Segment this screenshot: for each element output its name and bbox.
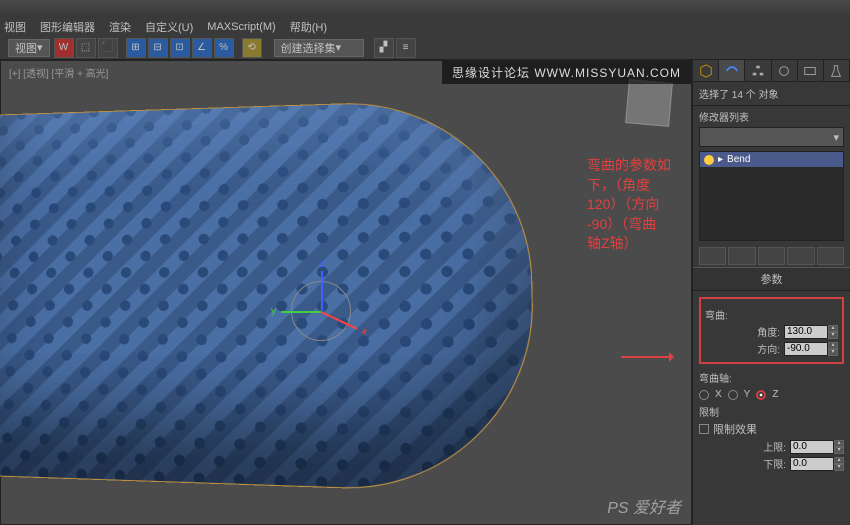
axis-y-icon[interactable]: [281, 311, 321, 313]
modifier-bend[interactable]: ▸ Bend: [700, 152, 843, 167]
make-unique-button[interactable]: [758, 247, 785, 265]
axis-y-radio[interactable]: [728, 390, 738, 400]
menu-help[interactable]: 帮助(H): [290, 19, 327, 35]
limit-section-label: 限制: [699, 404, 844, 419]
menu-maxscript[interactable]: MAXScript(M): [207, 21, 275, 33]
watermark-top: 思缘设计论坛 WWW.MISSYUAN.COM: [442, 61, 691, 84]
angle-spin-down[interactable]: ▾: [828, 332, 838, 339]
modifier-stack[interactable]: ▸ Bend: [699, 151, 844, 241]
title-bar: [0, 0, 850, 18]
bulb-icon[interactable]: [704, 155, 714, 165]
direction-spin-down[interactable]: ▾: [828, 349, 838, 356]
menu-customize[interactable]: 自定义(U): [145, 19, 193, 35]
tab-motion[interactable]: [772, 60, 798, 81]
direction-label: 方向:: [705, 341, 780, 356]
lower-limit-spinner[interactable]: ▴▾: [790, 457, 844, 471]
show-end-result-button[interactable]: [728, 247, 755, 265]
modifier-list-label: 修改器列表: [693, 106, 850, 127]
angle-spinner[interactable]: ▴▾: [784, 325, 838, 339]
direction-spinner[interactable]: ▴▾: [784, 342, 838, 356]
angle-label: 角度:: [705, 324, 780, 339]
lower-limit-label: 下限:: [699, 456, 786, 471]
transform-gizmo[interactable]: [281, 271, 361, 351]
command-panel: 选择了 14 个 对象 修改器列表 ▾ ▸ Bend 参数 弯曲: 角度:: [692, 60, 850, 525]
viewcube[interactable]: [625, 79, 673, 127]
watermark-bottom: PS 爱好者: [607, 494, 681, 518]
modifier-stack-buttons: [699, 247, 844, 265]
toolbar-snap-5[interactable]: %: [214, 38, 234, 58]
direction-input[interactable]: [784, 342, 828, 356]
configure-sets-button[interactable]: [817, 247, 844, 265]
toolbar-mirror[interactable]: ▞: [374, 38, 394, 58]
upper-limit-spinner[interactable]: ▴▾: [790, 440, 844, 454]
tab-hierarchy[interactable]: [745, 60, 771, 81]
tab-utilities[interactable]: [824, 60, 850, 81]
menu-view[interactable]: 视图: [4, 19, 26, 35]
axis-section-label: 弯曲轴:: [699, 370, 844, 385]
rollout-parameters-title[interactable]: 参数: [693, 267, 850, 291]
command-tabs: [693, 60, 850, 82]
tab-create[interactable]: [693, 60, 719, 81]
direction-spin-up[interactable]: ▴: [828, 342, 838, 349]
toolbar-snap-4[interactable]: ∠: [192, 38, 212, 58]
angle-spin-up[interactable]: ▴: [828, 325, 838, 332]
axis-z-icon[interactable]: [321, 271, 323, 311]
main-toolbar: 视图 ▾ W ⬚ ⬛ ⊞ ⊟ ⊡ ∠ % ⟲ 创建选择集 ▾ ▞ ≡: [0, 36, 850, 60]
menu-render[interactable]: 渲染: [109, 19, 131, 35]
toolbar-snap-1[interactable]: ⊞: [126, 38, 146, 58]
upper-limit-input[interactable]: [790, 440, 834, 454]
bend-section-label: 弯曲:: [705, 307, 838, 322]
annotation-arrow-icon: [621, 356, 671, 358]
toolbar-snap-2[interactable]: ⊟: [148, 38, 168, 58]
annotation-text: 弯曲的参数如 下，（角度 120）（方向 -90）（弯曲 轴Z轴）: [587, 156, 671, 254]
mesh-object[interactable]: [0, 97, 537, 495]
toolbar-btn-bounce[interactable]: ⟲: [242, 38, 262, 58]
remove-modifier-button[interactable]: [787, 247, 814, 265]
menu-graph-editor[interactable]: 图形编辑器: [40, 19, 95, 35]
toolbar-btn-2[interactable]: ⬚: [76, 38, 96, 58]
toolbar-btn-1[interactable]: W: [54, 38, 74, 58]
lower-limit-input[interactable]: [790, 457, 834, 471]
tab-modify[interactable]: [719, 60, 745, 81]
toolbar-align[interactable]: ≡: [396, 38, 416, 58]
modifier-list-dropdown[interactable]: ▾: [699, 127, 844, 147]
toolbar-btn-3[interactable]: ⬛: [98, 38, 118, 58]
toolbar-selection-set[interactable]: 创建选择集 ▾: [274, 39, 364, 57]
angle-input[interactable]: [784, 325, 828, 339]
limit-effect-checkbox[interactable]: [699, 424, 709, 434]
limit-effect-label: 限制效果: [713, 421, 757, 437]
toolbar-snap-3[interactable]: ⊡: [170, 38, 190, 58]
tab-display[interactable]: [798, 60, 824, 81]
bend-params-group: 弯曲: 角度: ▴▾ 方向: ▴▾: [699, 297, 844, 364]
upper-limit-label: 上限:: [699, 439, 786, 454]
menu-bar: 视图 图形编辑器 渲染 自定义(U) MAXScript(M) 帮助(H): [0, 18, 850, 36]
pin-stack-button[interactable]: [699, 247, 726, 265]
axis-x-radio[interactable]: [699, 390, 709, 400]
toolbar-view-dropdown[interactable]: 视图 ▾: [8, 39, 50, 57]
viewport-label[interactable]: [+] [透视] [平滑 + 高光]: [9, 65, 108, 80]
selection-info: 选择了 14 个 对象: [693, 82, 850, 106]
chevron-down-icon: ▾: [833, 131, 839, 144]
axis-z-radio[interactable]: [756, 390, 766, 400]
viewport[interactable]: [+] [透视] [平滑 + 高光] 思缘设计论坛 WWW.MISSYUAN.C…: [0, 60, 692, 525]
